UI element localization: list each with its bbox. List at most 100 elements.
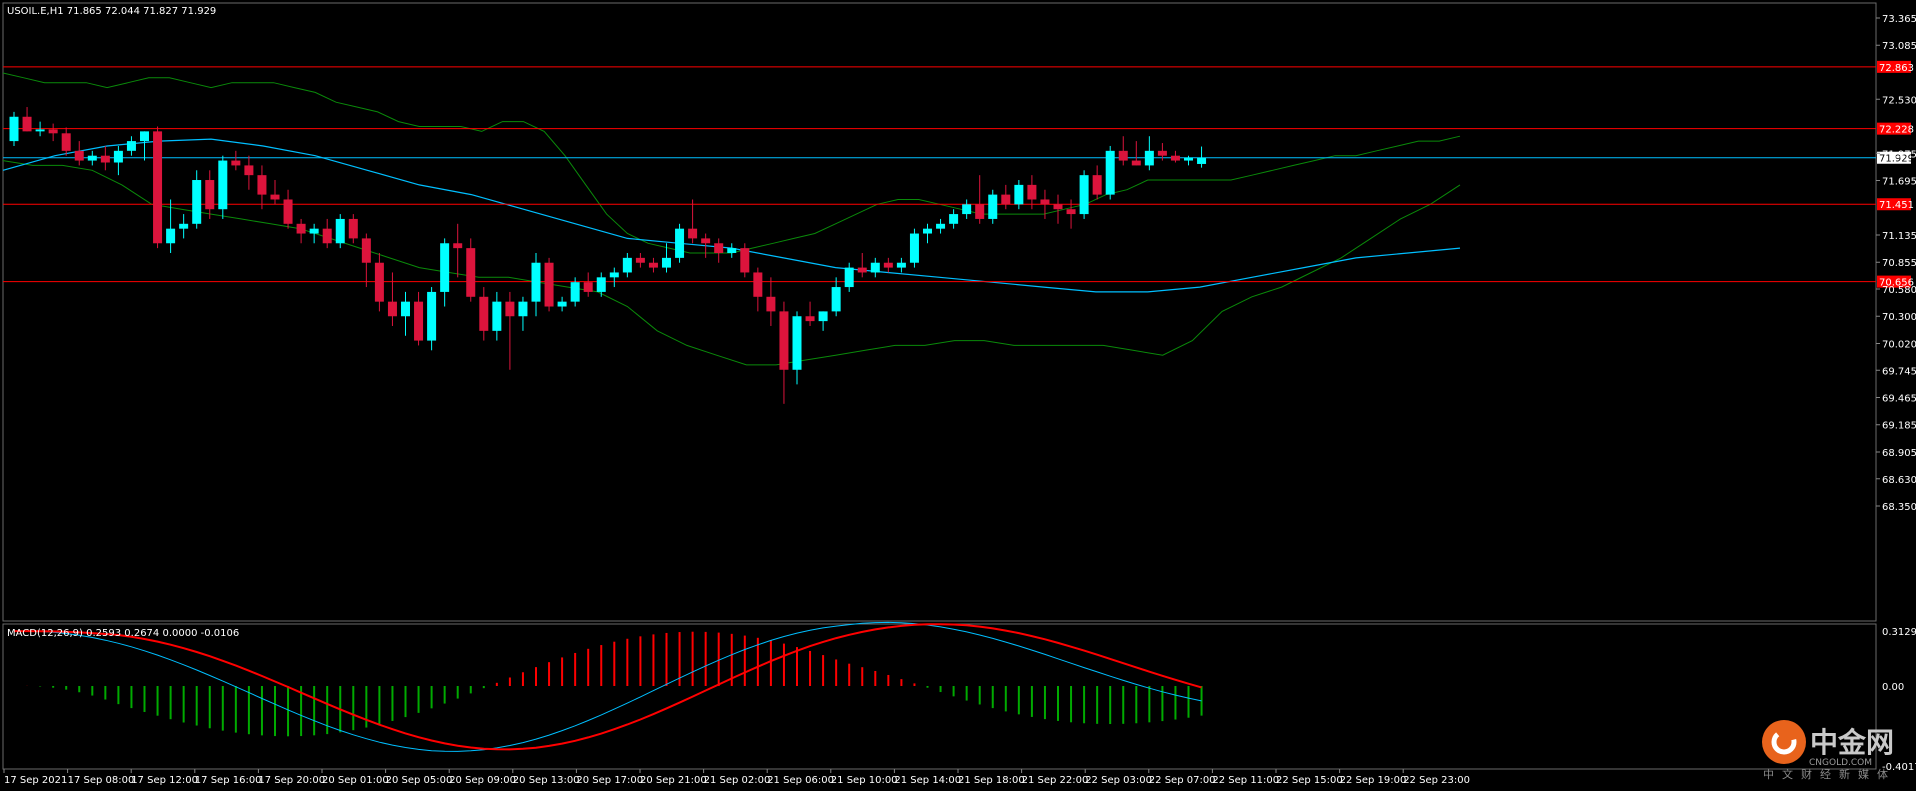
bear-candle xyxy=(766,296,776,312)
bear-candle xyxy=(257,175,267,195)
bear-candle xyxy=(1092,175,1102,195)
bear-candle xyxy=(701,238,711,244)
bull-candle xyxy=(896,262,906,268)
price-tick-label: 73.365 xyxy=(1882,14,1916,25)
candlesticks xyxy=(9,107,1207,404)
bull-candle xyxy=(492,301,502,331)
bear-candle xyxy=(1001,194,1011,205)
bear-candle xyxy=(231,160,241,166)
bull-candle xyxy=(870,262,880,273)
bear-candle xyxy=(453,243,463,249)
price-tick-label: 69.745 xyxy=(1882,366,1916,377)
bull-candle xyxy=(949,214,959,224)
bull-candle xyxy=(988,194,998,219)
macd-header: MACD(12,26,9) 0.2593 0.2674 0.0000 -0.01… xyxy=(7,628,239,639)
bear-candle xyxy=(348,218,358,239)
bull-candle xyxy=(557,301,567,307)
price-tick-label: 72.530 xyxy=(1882,95,1916,106)
bull-candle xyxy=(844,267,854,288)
bear-candle xyxy=(466,248,476,297)
price-tick-label: 70.020 xyxy=(1882,339,1916,350)
time-tick-label: 17 Sep 20:00 xyxy=(258,775,325,786)
price-tick-label: 68.630 xyxy=(1882,475,1916,486)
price-tick-label: 70.300 xyxy=(1882,312,1916,323)
bull-candle xyxy=(113,150,123,163)
price-tick-label: 71.695 xyxy=(1882,177,1916,188)
price-tick-label: 68.905 xyxy=(1882,448,1916,459)
bull-candle xyxy=(166,228,176,244)
time-tick-label: 21 Sep 14:00 xyxy=(894,775,961,786)
level-tag-l1: 72.863 xyxy=(1879,63,1914,74)
bull-candle xyxy=(675,228,685,258)
bear-candle xyxy=(740,248,750,273)
bear-candle xyxy=(583,282,593,292)
price-tick-label: 73.085 xyxy=(1882,41,1916,52)
price-tick-label: 71.975 xyxy=(1882,149,1916,160)
bear-candle xyxy=(153,131,163,244)
price-chart-svg[interactable]: 72.86372.22871.92971.45170.656 0.31290.0… xyxy=(0,0,1916,791)
bull-candle xyxy=(440,243,450,292)
bull-candle xyxy=(1197,157,1207,164)
time-tick-label: 22 Sep 11:00 xyxy=(1212,775,1279,786)
time-tick-label: 21 Sep 18:00 xyxy=(958,775,1025,786)
bear-candle xyxy=(1027,184,1037,200)
price-tick-label: 70.580 xyxy=(1882,285,1916,296)
bear-candle xyxy=(1118,150,1128,161)
price-tick-label: 69.185 xyxy=(1882,421,1916,432)
level-tag-l3: 71.451 xyxy=(1879,200,1914,211)
time-tick-label: 22 Sep 19:00 xyxy=(1340,775,1407,786)
bull-candle xyxy=(1079,175,1089,215)
main-chart-frame xyxy=(2,2,1877,622)
bull-candle xyxy=(218,160,228,210)
bear-candle xyxy=(1053,204,1063,210)
bull-candle xyxy=(962,204,972,215)
bull-candle xyxy=(192,180,202,224)
bull-candle xyxy=(909,233,919,263)
time-tick-label: 21 Sep 06:00 xyxy=(767,775,834,786)
time-tick-label: 21 Sep 10:00 xyxy=(831,775,898,786)
bear-candle xyxy=(100,155,110,163)
bear-candle xyxy=(48,129,58,134)
bull-candle xyxy=(1184,157,1193,161)
bull-candle xyxy=(662,257,671,268)
time-tick-label: 21 Sep 02:00 xyxy=(704,775,771,786)
bear-candle xyxy=(805,316,815,322)
bull-candle xyxy=(622,257,632,273)
macd-signal-line xyxy=(14,623,1202,751)
time-tick-label: 21 Sep 22:00 xyxy=(1022,775,1089,786)
time-tick-label: 22 Sep 07:00 xyxy=(1149,775,1216,786)
time-tick-label: 20 Sep 09:00 xyxy=(449,775,516,786)
bull-candle xyxy=(126,141,136,151)
cngold-logo: 中金网 CNGOLD.COM 中文财经新媒体 xyxy=(1762,720,1894,781)
bear-candle xyxy=(688,228,698,239)
bull-candle xyxy=(1014,184,1024,205)
price-tick-label: 70.855 xyxy=(1882,258,1916,269)
time-tick-label: 17 Sep 12:00 xyxy=(131,775,198,786)
bull-candle xyxy=(792,316,802,370)
bear-candle xyxy=(883,262,893,268)
bear-candle xyxy=(361,238,371,263)
time-tick-label: 22 Sep 15:00 xyxy=(1276,775,1343,786)
bear-candle xyxy=(205,180,215,210)
bull-candle xyxy=(936,223,946,229)
bear-candle xyxy=(74,150,84,161)
chart-header-symbol: USOIL.E,H1 71.865 72.044 71.827 71.929 xyxy=(7,6,216,17)
level-tag-l2: 72.228 xyxy=(1879,125,1914,136)
bear-candle xyxy=(635,257,645,263)
bear-candle xyxy=(779,311,789,370)
bollinger-bands xyxy=(2,72,1461,366)
time-axis: 17 Sep 2021 17 Sep 08:0017 Sep 12:0017 Se… xyxy=(3,769,1470,786)
time-tick-label: 17 Sep 2021 xyxy=(4,775,67,786)
time-tick-label: 17 Sep 16:00 xyxy=(195,775,262,786)
bear-candle xyxy=(753,272,763,297)
bear-candle xyxy=(479,296,489,331)
bear-candle xyxy=(975,204,985,219)
bull-candle xyxy=(1144,150,1154,166)
bull-candle xyxy=(35,129,45,132)
bull-candle xyxy=(335,218,345,244)
bull-candle xyxy=(518,301,528,317)
macd-tick-label: 0.00 xyxy=(1882,682,1904,693)
bear-candle xyxy=(1157,150,1167,156)
bull-candle xyxy=(923,228,932,234)
bear-candle xyxy=(322,228,332,244)
